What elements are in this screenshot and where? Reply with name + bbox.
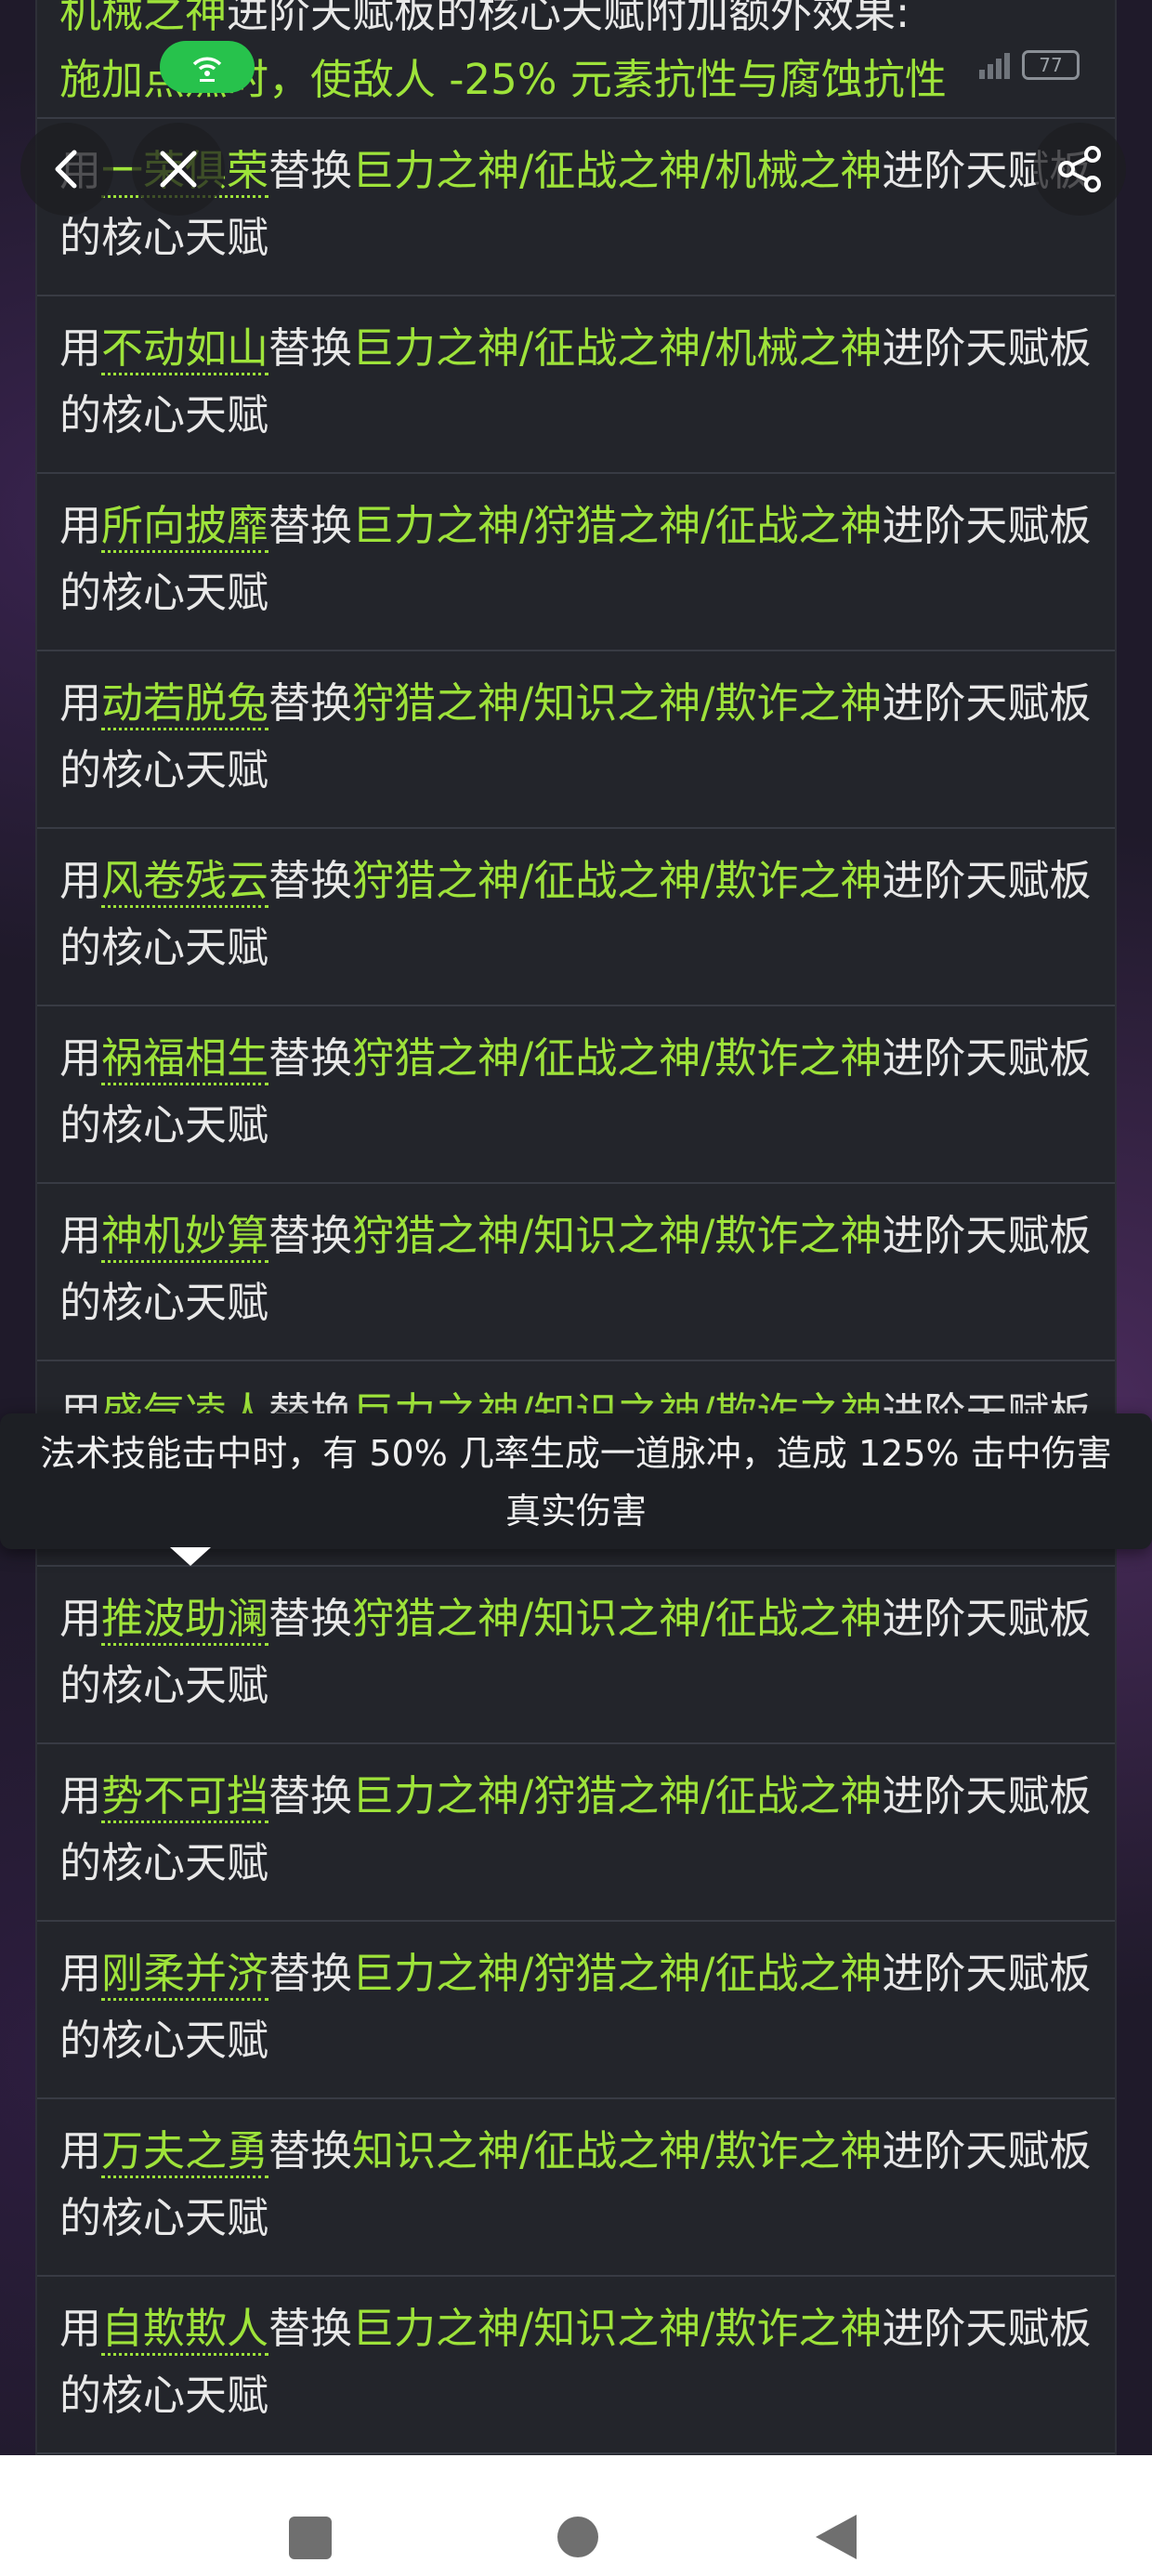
god-list: 巨力之神/狩猎之神/征战之神 [352, 1771, 883, 1820]
row-mid: 替换 [268, 1771, 353, 1820]
signal-icon [979, 53, 1010, 79]
talent-row: 用风卷残云替换狩猎之神/征战之神/欺诈之神进阶天赋板的核心天赋 [37, 827, 1115, 1005]
talent-row: 用自欺欺人替换巨力之神/知识之神/欺诈之神进阶天赋板的核心天赋 [37, 2275, 1115, 2452]
talent-row: 用刚柔并济替换巨力之神/狩猎之神/征战之神进阶天赋板的核心天赋 [37, 1920, 1115, 2097]
talent-row-text: 用所向披靡替换巨力之神/狩猎之神/征战之神进阶天赋板的核心天赋 [59, 493, 1093, 626]
row-mid: 替换 [268, 2126, 353, 2175]
talent-link[interactable]: 所向披靡 [101, 501, 269, 553]
recents-button[interactable] [289, 2517, 332, 2559]
fragment-line-1: 机械之神进阶天赋板的核心天赋附加额外效果: [59, 0, 1093, 46]
talent-tooltip: 法术技能击中时，有 50% 几率生成一道脉冲，造成 125% 击中伤害 真实伤害 [0, 1413, 1152, 1549]
talent-link[interactable]: 推波助澜 [101, 1594, 269, 1646]
god-list: 狩猎之神/知识之神/欺诈之神 [352, 1211, 883, 1260]
talent-row: 用势不可挡替换巨力之神/狩猎之神/征战之神进阶天赋板的核心天赋 [37, 1742, 1115, 1920]
battery-level: 77 [1039, 54, 1063, 76]
god-list: 巨力之神/征战之神/机械之神 [352, 323, 883, 373]
battery-icon: 77 [1022, 50, 1080, 80]
row-mid: 替换 [268, 1033, 353, 1083]
talent-row-text: 用神机妙算替换狩猎之神/知识之神/欺诈之神进阶天赋板的核心天赋 [59, 1203, 1093, 1336]
row-prefix: 用 [59, 1033, 102, 1083]
row-prefix: 用 [59, 1771, 102, 1820]
talent-row: 用所向披靡替换巨力之神/狩猎之神/征战之神进阶天赋板的核心天赋 [37, 472, 1115, 650]
talent-link[interactable]: 刚柔并济 [101, 1949, 269, 2001]
god-list: 狩猎之神/知识之神/征战之神 [352, 1594, 883, 1643]
row-prefix: 用 [59, 2126, 102, 2175]
talent-row: 用动若脱兔替换狩猎之神/知识之神/欺诈之神进阶天赋板的核心天赋 [37, 650, 1115, 827]
share-button[interactable] [1033, 123, 1126, 216]
row-prefix: 用 [59, 323, 102, 373]
talent-link[interactable]: 神机妙算 [101, 1211, 269, 1263]
talent-row-text: 用风卷残云替换狩猎之神/征战之神/欺诈之神进阶天赋板的核心天赋 [59, 848, 1093, 981]
talent-row-text: 用祸福相生替换狩猎之神/征战之神/欺诈之神进阶天赋板的核心天赋 [59, 1025, 1093, 1159]
talent-link[interactable]: 自欺欺人 [101, 2304, 269, 2356]
row-prefix: 用 [59, 1594, 102, 1643]
row-mid: 替换 [268, 678, 353, 728]
god-list: 狩猎之神/征战之神/欺诈之神 [352, 856, 883, 905]
row-mid: 替换 [268, 1211, 353, 1260]
row-mid: 替换 [268, 1949, 353, 1998]
tooltip-line-2: 真实伤害 [504, 1491, 647, 1531]
talent-row-text: 用自欺欺人替换巨力之神/知识之神/欺诈之神进阶天赋板的核心天赋 [59, 2295, 1093, 2429]
close-button[interactable] [132, 123, 225, 216]
hotspot-icon [192, 57, 222, 82]
talent-row-text: 用推波助澜替换狩猎之神/知识之神/征战之神进阶天赋板的核心天赋 [59, 1585, 1093, 1719]
talent-link[interactable]: 万夫之勇 [101, 2126, 269, 2178]
talent-row: 用推波助澜替换狩猎之神/知识之神/征战之神进阶天赋板的核心天赋 [37, 1565, 1115, 1742]
hotspot-indicator [160, 41, 255, 93]
row-prefix: 用 [59, 1949, 102, 1998]
row-mid: 替换 [268, 856, 353, 905]
talent-row: 用神机妙算替换狩猎之神/知识之神/欺诈之神进阶天赋板的核心天赋 [37, 1182, 1115, 1360]
row-mid: 替换 [268, 1594, 353, 1643]
talent-row-text: 用不动如山替换巨力之神/征战之神/机械之神进阶天赋板的核心天赋 [59, 315, 1093, 449]
row-prefix: 用 [59, 1211, 102, 1260]
system-nav-bar [0, 2455, 1152, 2576]
tooltip-line-1: 法术技能击中时，有 50% 几率生成一道脉冲，造成 125% 击中伤害 [40, 1433, 1112, 1474]
row-mid: 替换 [268, 2304, 353, 2353]
god-list: 狩猎之神/征战之神/欺诈之神 [352, 1033, 883, 1083]
talent-row-text: 用万夫之勇替换知识之神/征战之神/欺诈之神进阶天赋板的核心天赋 [59, 2118, 1093, 2252]
talent-row: 用不动如山替换巨力之神/征战之神/机械之神进阶天赋板的核心天赋 [37, 295, 1115, 472]
row-prefix: 用 [59, 501, 102, 550]
talent-row: 用祸福相生替换狩猎之神/征战之神/欺诈之神进阶天赋板的核心天赋 [37, 1005, 1115, 1182]
god-list: 巨力之神/狩猎之神/征战之神 [352, 1949, 883, 1998]
talent-row-text: 用势不可挡替换巨力之神/狩猎之神/征战之神进阶天赋板的核心天赋 [59, 1763, 1093, 1897]
talent-link[interactable]: 不动如山 [101, 323, 269, 375]
talent-row-text: 用刚柔并济替换巨力之神/狩猎之神/征战之神进阶天赋板的核心天赋 [59, 1940, 1093, 2074]
talent-link[interactable]: 祸福相生 [101, 1033, 269, 1085]
god-list: 狩猎之神/知识之神/欺诈之神 [352, 678, 883, 728]
god-list: 巨力之神/狩猎之神/征战之神 [352, 501, 883, 550]
god-list: 巨力之神/知识之神/欺诈之神 [352, 2304, 883, 2353]
talent-row: 用万夫之勇替换知识之神/征战之神/欺诈之神进阶天赋板的核心天赋 [37, 2097, 1115, 2275]
talent-row-text: 用动若脱兔替换狩猎之神/知识之神/欺诈之神进阶天赋板的核心天赋 [59, 670, 1093, 804]
god-list: 巨力之神/征战之神/机械之神 [352, 146, 883, 195]
row-prefix: 用 [59, 2304, 102, 2353]
content-panel: 机械之神进阶天赋板的核心天赋附加额外效果: 施加点燃时，使敌人 -25% 元素抗… [35, 0, 1117, 2455]
row-prefix: 用 [59, 678, 102, 728]
row-prefix: 用 [59, 856, 102, 905]
status-right: 77 [977, 50, 1080, 80]
chevron-left-icon [55, 150, 77, 189]
row-mid: 替换 [268, 146, 353, 195]
row-mid: 替换 [268, 323, 353, 373]
talent-link[interactable]: 势不可挡 [101, 1771, 269, 1823]
system-back-button[interactable] [816, 2515, 857, 2559]
close-icon [160, 151, 197, 188]
home-button[interactable] [557, 2517, 598, 2557]
talent-link[interactable]: 动若脱兔 [101, 678, 269, 730]
back-button[interactable] [20, 123, 113, 216]
row-mid: 替换 [268, 501, 353, 550]
share-icon [1058, 146, 1101, 192]
fragment-god-name: 机械之神 [59, 0, 228, 37]
god-list: 知识之神/征战之神/欺诈之神 [352, 2126, 883, 2175]
talent-link[interactable]: 风卷残云 [101, 856, 269, 908]
fragment-line-1-rest: 进阶天赋板的核心天赋附加额外效果: [227, 0, 910, 37]
tooltip-pointer [170, 1547, 211, 1566]
